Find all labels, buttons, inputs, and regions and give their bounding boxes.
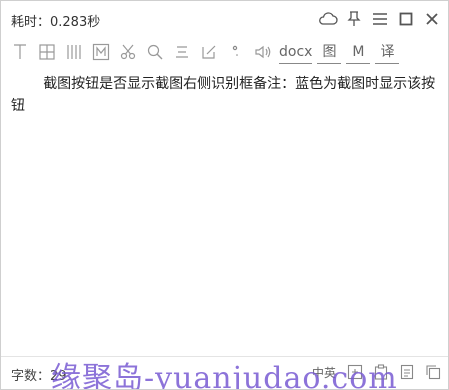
add-box-icon[interactable] <box>346 363 364 381</box>
m-button[interactable]: M <box>346 41 371 64</box>
word-count-label: 字数：29 <box>11 369 67 384</box>
columns-icon[interactable] <box>63 41 85 63</box>
close-icon[interactable] <box>422 9 442 29</box>
m-box-icon[interactable] <box>90 41 112 63</box>
maximize-icon[interactable] <box>396 9 416 29</box>
menu-icon[interactable] <box>370 9 390 29</box>
align-icon[interactable] <box>171 41 193 63</box>
copy-icon[interactable] <box>424 363 442 381</box>
image-button[interactable]: 图 <box>317 41 342 64</box>
window-controls <box>318 9 442 29</box>
bottom-controls: 中英 <box>310 363 442 381</box>
degree-icon[interactable] <box>225 41 247 63</box>
translate-button[interactable]: 译 <box>375 41 400 64</box>
elapsed-time-label: 耗时：0.283秒 <box>11 15 101 30</box>
cloud-icon[interactable] <box>318 9 338 29</box>
title-bar: 耗时：0.283秒 <box>1 1 448 35</box>
speaker-icon[interactable] <box>252 41 274 63</box>
clipboard-icon[interactable] <box>372 363 390 381</box>
ocr-result-text[interactable]: 截图按钮是否显示截图右侧识别框备注：蓝色为截图时显示该按钮 <box>11 73 443 353</box>
export-docx-button[interactable]: docx <box>279 41 313 64</box>
table-grid-icon[interactable] <box>36 41 58 63</box>
scissors-icon[interactable] <box>117 41 139 63</box>
status-bar: 字数：29 中英 <box>1 356 448 389</box>
edit-icon[interactable] <box>198 41 220 63</box>
document-icon[interactable] <box>398 363 416 381</box>
language-toggle[interactable]: 中英 <box>310 363 338 381</box>
pin-icon[interactable] <box>344 9 364 29</box>
toolbar: docx 图 M 译 <box>1 37 448 67</box>
text-cursor-icon[interactable] <box>9 41 31 63</box>
ocr-result-window: 耗时：0.283秒 docx 图 M 译 截图按钮是否显示截图右侧识别框备注：蓝… <box>0 0 449 390</box>
search-icon[interactable] <box>144 41 166 63</box>
